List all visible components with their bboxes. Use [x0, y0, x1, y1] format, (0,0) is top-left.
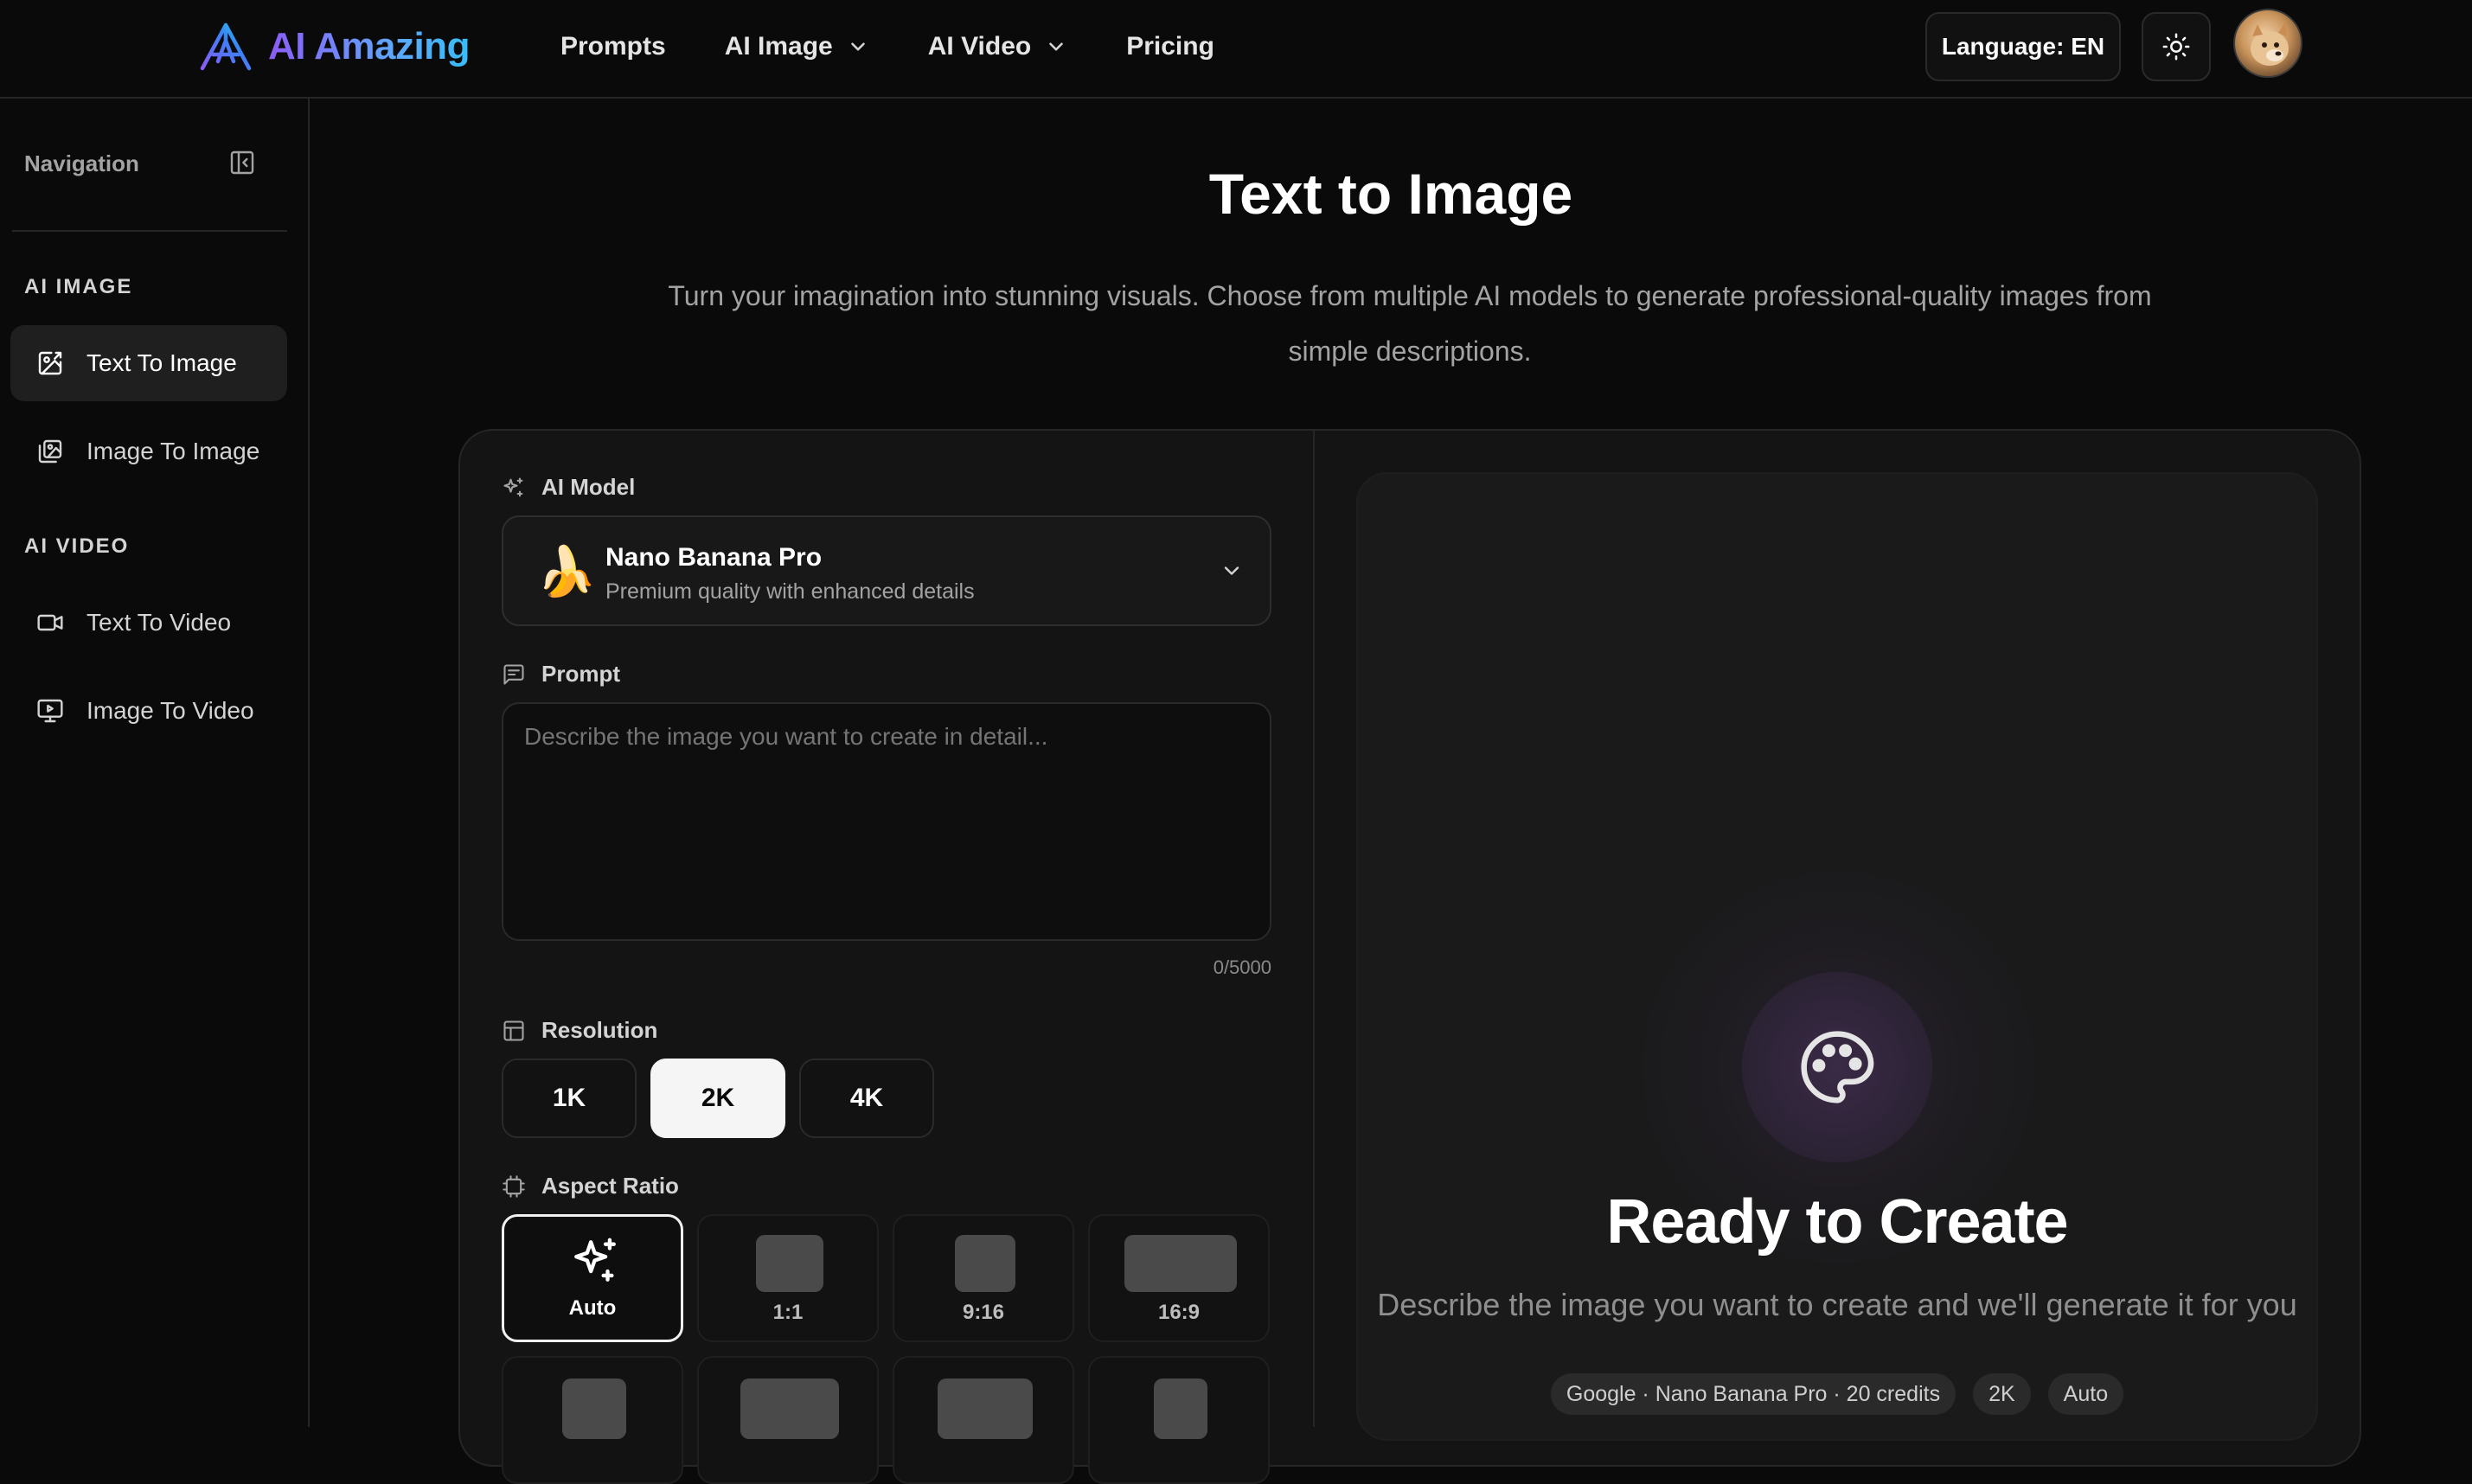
- resolution-1k-button[interactable]: 1K: [502, 1059, 637, 1138]
- prompt-input[interactable]: [502, 702, 1271, 941]
- column-divider: [1313, 431, 1315, 1427]
- aspect-ratio-label: Aspect Ratio: [502, 1173, 679, 1199]
- aspect-shape: [938, 1378, 1033, 1439]
- aspect-shape: [740, 1378, 839, 1439]
- sidebar-item-image-to-video[interactable]: Image To Video: [10, 673, 287, 749]
- sidebar-item-label: Image To Image: [86, 438, 260, 464]
- nav-prompts[interactable]: Prompts: [560, 26, 666, 67]
- sidebar-divider: [12, 230, 287, 232]
- nav-pricing-label: Pricing: [1126, 32, 1214, 61]
- sidebar-title: Navigation: [24, 150, 139, 176]
- nav-ai-video[interactable]: AI Video: [928, 26, 1067, 67]
- aspect-tile[interactable]: [502, 1356, 683, 1484]
- sun-icon: [2162, 33, 2190, 61]
- ready-subtitle: Describe the image you want to create an…: [1377, 1287, 2297, 1322]
- sidebar-section-ai-image: AI IMAGE: [24, 275, 133, 298]
- sidebar-collapse-icon[interactable]: [228, 149, 256, 176]
- aspect-9-16-tile[interactable]: 9:16: [893, 1214, 1074, 1342]
- model-description: Premium quality with enhanced details: [605, 579, 975, 604]
- resolution-2k-button[interactable]: 2K: [650, 1059, 785, 1138]
- chevron-down-icon: [1224, 566, 1239, 575]
- brand-name: AI Amazing: [268, 25, 470, 67]
- nav-prompts-label: Prompts: [560, 32, 666, 61]
- aspect-16-9-tile[interactable]: 16:9: [1088, 1214, 1270, 1342]
- video-camera-icon: [37, 614, 63, 631]
- aspect-16-9-shape: [1124, 1235, 1237, 1292]
- sidebar: Navigation AI IMAGE Text To Image Image …: [0, 99, 310, 1427]
- page-title: Text to Image: [1208, 162, 1573, 226]
- crop-icon: [503, 1174, 525, 1198]
- sparkles-icon: [574, 1238, 616, 1282]
- prompt-label-text: Prompt: [541, 661, 620, 687]
- sidebar-item-image-to-image[interactable]: Image To Image: [10, 413, 287, 489]
- prompt-label: Prompt: [502, 661, 620, 688]
- resolution-chip: 2K: [1973, 1373, 2031, 1415]
- aspect-auto-label: Auto: [568, 1296, 617, 1320]
- sidebar-item-label: Text To Video: [86, 609, 232, 636]
- resolution-4k-button[interactable]: 4K: [799, 1059, 934, 1138]
- nav-ai-image-label: AI Image: [724, 32, 833, 61]
- aspect-ratio-chip: Auto: [2047, 1373, 2124, 1415]
- char-counter: 0/5000: [1213, 956, 1271, 978]
- aspect-tile[interactable]: [893, 1356, 1074, 1484]
- layout-icon: [503, 1020, 524, 1041]
- sidebar-item-text-to-image[interactable]: Text To Image: [10, 325, 287, 401]
- sidebar-item-text-to-video[interactable]: Text To Video: [10, 585, 287, 661]
- sparkles-icon: [503, 477, 523, 496]
- palette-badge: [1742, 972, 1932, 1162]
- model-credits-chip: Google · Nano Banana Pro · 20 credits: [1550, 1373, 1956, 1415]
- chevron-down-icon: [1049, 42, 1064, 51]
- page-subtitle: Turn your imagination into stunning visu…: [668, 280, 2152, 367]
- brand-logo-icon: [200, 22, 252, 71]
- aspect-9-16-label: 9:16: [962, 1301, 1005, 1324]
- palette-icon: [1801, 1031, 1874, 1103]
- images-icon: [38, 439, 62, 464]
- ai-model-label: AI Model: [502, 474, 635, 501]
- model-name: Nano Banana Pro: [605, 543, 823, 572]
- brand-logo[interactable]: AI Amazing: [199, 19, 470, 74]
- nav-pricing[interactable]: Pricing: [1126, 26, 1214, 67]
- aspect-1-1-tile[interactable]: 1:1: [697, 1214, 879, 1342]
- aspect-9-16-shape: [955, 1235, 1015, 1292]
- aspect-ratio-label-text: Aspect Ratio: [541, 1173, 679, 1199]
- top-bar: AI Amazing Prompts AI Image AI Video Pri…: [0, 0, 2472, 99]
- banana-icon: 🍌: [536, 544, 597, 598]
- aspect-tile[interactable]: [1088, 1356, 1270, 1484]
- generation-summary-chips: Google · Nano Banana Pro · 20 credits 2K…: [1356, 1373, 2318, 1415]
- sidebar-section-ai-video: AI VIDEO: [24, 534, 130, 558]
- ready-title: Ready to Create: [1606, 1187, 2068, 1257]
- model-select[interactable]: 🍌 Nano Banana Pro Premium quality with e…: [502, 515, 1271, 626]
- resolution-label-text: Resolution: [541, 1017, 658, 1043]
- sidebar-item-label: Image To Video: [86, 697, 254, 724]
- aspect-tile[interactable]: [697, 1356, 879, 1484]
- nav-ai-video-label: AI Video: [927, 32, 1032, 61]
- aspect-1-1-shape: [756, 1235, 823, 1292]
- sidebar-item-label: Text To Image: [86, 349, 237, 376]
- nav-ai-image[interactable]: AI Image: [725, 26, 869, 67]
- chevron-down-icon: [850, 42, 865, 51]
- main-nav: Prompts AI Image AI Video Pricing: [560, 26, 1273, 67]
- aspect-1-1-label: 1:1: [772, 1301, 804, 1324]
- avatar-image-icon: [2251, 22, 2289, 66]
- image-edit-icon: [38, 351, 62, 375]
- aspect-shape: [1154, 1378, 1207, 1439]
- resolution-label: Resolution: [502, 1017, 657, 1044]
- language-button[interactable]: Language: EN: [1925, 12, 2121, 81]
- aspect-auto-tile[interactable]: Auto: [502, 1214, 683, 1342]
- user-avatar[interactable]: [2233, 9, 2302, 78]
- aspect-shape: [562, 1378, 626, 1439]
- monitor-play-icon: [37, 699, 63, 723]
- aspect-16-9-label: 16:9: [1157, 1301, 1201, 1324]
- ai-model-label-text: AI Model: [541, 474, 636, 500]
- theme-toggle-button[interactable]: [2142, 12, 2211, 81]
- message-square-icon: [503, 663, 524, 685]
